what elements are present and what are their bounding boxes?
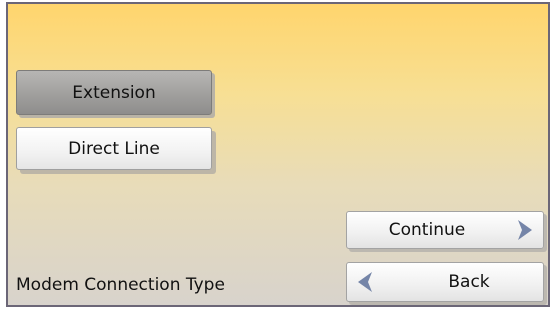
screen-title: Modem Connection Type	[16, 275, 225, 295]
chevron-right-icon	[518, 220, 532, 240]
screen-panel: Extension Direct Line Continue Back Mode…	[6, 2, 550, 307]
option-direct-line-button[interactable]: Direct Line	[16, 127, 212, 170]
chevron-left-icon	[358, 272, 372, 292]
back-button[interactable]: Back	[346, 262, 544, 302]
option-direct-line-label: Direct Line	[68, 138, 160, 159]
continue-button[interactable]: Continue	[346, 211, 544, 249]
continue-label: Continue	[388, 220, 466, 240]
option-extension-button[interactable]: Extension	[16, 70, 212, 115]
option-extension-label: Extension	[72, 82, 156, 103]
back-label: Back	[448, 272, 490, 292]
